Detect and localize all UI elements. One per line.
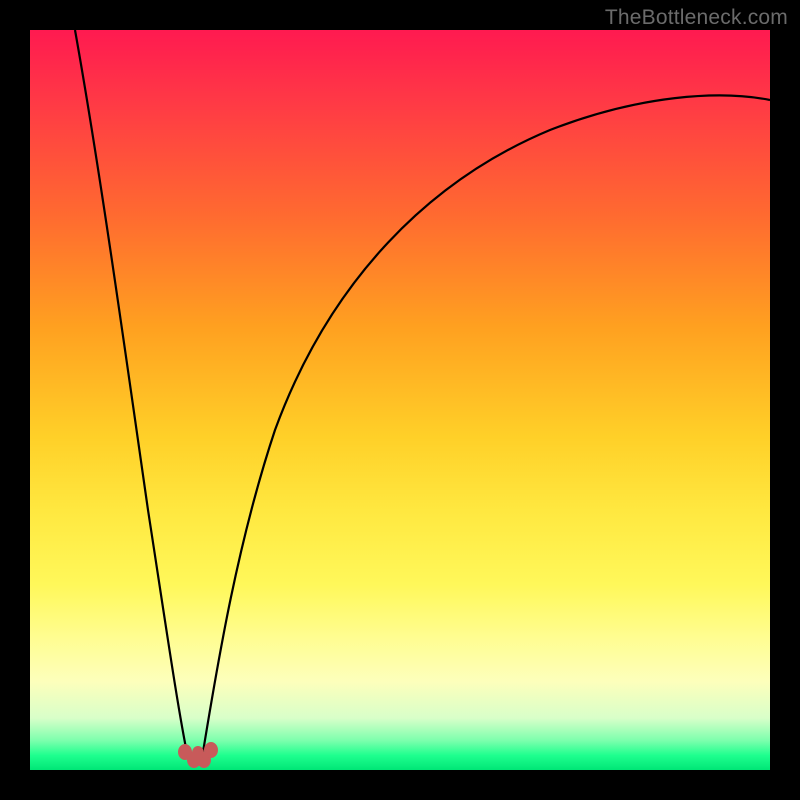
right-branch <box>202 95 770 758</box>
marker-dot <box>204 742 218 758</box>
marker-dot <box>192 746 204 760</box>
watermark-text: TheBottleneck.com <box>605 6 788 30</box>
plot-area <box>30 30 770 770</box>
chart-curve <box>30 30 770 770</box>
left-branch <box>75 30 188 758</box>
